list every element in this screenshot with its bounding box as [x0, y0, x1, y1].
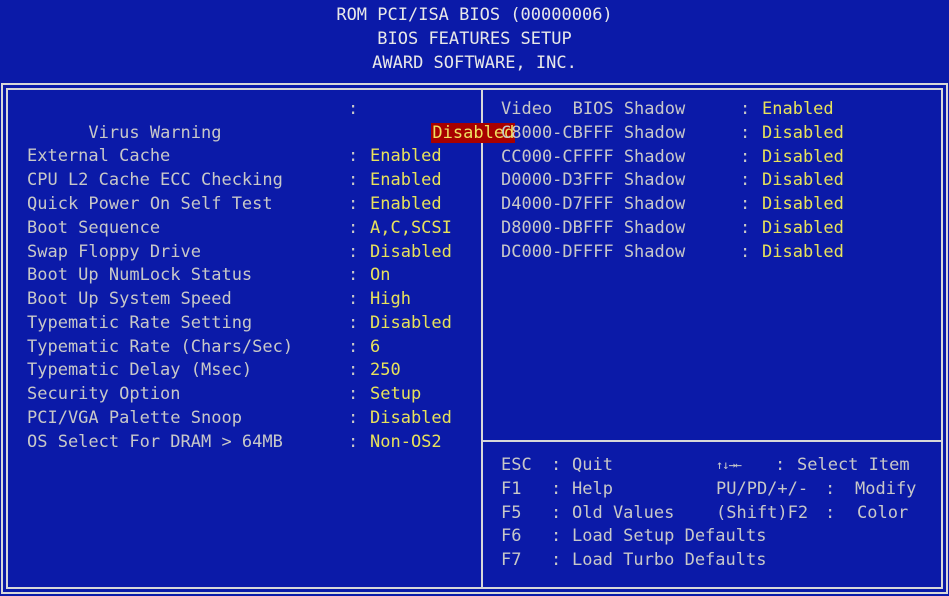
- setting-separator: :: [775, 455, 786, 475]
- help-action: Help: [572, 478, 613, 499]
- setting-separator: :: [348, 242, 359, 262]
- shadow-setting-label[interactable]: DC000-DFFFF Shadow: [501, 241, 685, 265]
- setting-separator: :: [551, 455, 562, 475]
- setting-value[interactable]: 6: [370, 336, 380, 360]
- setting-separator: :: [740, 194, 751, 215]
- setting-label[interactable]: Boot Up NumLock Status: [27, 264, 252, 288]
- setting-separator: :: [551, 526, 562, 547]
- setting-value[interactable]: Disabled: [370, 407, 452, 431]
- setting-label[interactable]: Boot Up System Speed: [27, 288, 232, 312]
- setting-separator: :: [740, 146, 751, 167]
- shadow-setting-label[interactable]: D0000-D3FFF Shadow: [501, 169, 685, 193]
- setting-value[interactable]: Disabled: [370, 241, 452, 265]
- setting-label[interactable]: OS Select For DRAM > 64MB: [27, 431, 283, 455]
- setting-separator: :: [551, 550, 562, 571]
- setting-separator: :: [825, 478, 836, 499]
- setting-separator: :: [348, 289, 359, 309]
- setting-label: Virus Warning: [88, 122, 222, 143]
- help-key: F1: [501, 478, 522, 499]
- shadow-setting-value[interactable]: Enabled: [762, 98, 834, 122]
- help-action: Color: [857, 502, 909, 523]
- setting-label[interactable]: PCI/VGA Palette Snoop: [27, 407, 242, 431]
- shadow-setting-label[interactable]: CC000-CFFFF Shadow: [501, 146, 685, 170]
- setting-value[interactable]: 250: [370, 359, 401, 383]
- setting-separator: :: [348, 99, 359, 119]
- setting-label[interactable]: Typematic Delay (Msec): [27, 359, 252, 383]
- setting-separator: :: [348, 432, 359, 452]
- setting-separator: :: [740, 170, 751, 191]
- setting-value[interactable]: A,C,SCSI: [370, 217, 452, 241]
- help-key: (Shift)F2: [716, 502, 809, 523]
- help-key: F7: [501, 550, 522, 571]
- setting-value[interactable]: Non-OS2: [370, 431, 442, 455]
- setting-separator: :: [348, 313, 359, 333]
- setting-separator: :: [551, 478, 562, 499]
- setup-page-title: BIOS FEATURES SETUP: [377, 29, 572, 49]
- shadow-setting-label[interactable]: D4000-D7FFF Shadow: [501, 193, 685, 217]
- help-action: Modify: [855, 478, 917, 499]
- setting-label[interactable]: External Cache: [27, 145, 170, 169]
- help-key: PU/PD/+/-: [716, 478, 809, 499]
- setting-value[interactable]: On: [370, 264, 390, 288]
- setting-label[interactable]: CPU L2 Cache ECC Checking: [27, 169, 283, 193]
- shadow-setting-label[interactable]: C8000-CBFFF Shadow: [501, 122, 685, 146]
- help-action: Load Setup Defaults: [572, 526, 767, 547]
- setting-separator: :: [740, 122, 751, 143]
- setting-separator: :: [551, 502, 562, 523]
- shadow-setting-label[interactable]: Video BIOS Shadow: [501, 98, 685, 122]
- help-key: F5: [501, 502, 522, 523]
- setting-separator: :: [348, 170, 359, 190]
- setting-separator: :: [348, 265, 359, 285]
- setting-separator: :: [825, 502, 836, 523]
- setting-value[interactable]: Enabled: [370, 145, 442, 169]
- shadow-setting-value[interactable]: Disabled: [762, 193, 844, 217]
- shadow-setting-value[interactable]: Disabled: [762, 122, 844, 146]
- setting-value-virus-warning[interactable]: Disabled: [370, 98, 516, 143]
- shadow-setting-value[interactable]: Disabled: [762, 241, 844, 265]
- setting-separator: :: [348, 360, 359, 380]
- setting-label[interactable]: Typematic Rate Setting: [27, 312, 252, 336]
- setting-separator: :: [348, 194, 359, 214]
- vendor-name: AWARD SOFTWARE, INC.: [372, 53, 577, 73]
- vertical-divider: [481, 88, 483, 589]
- shadow-setting-value[interactable]: Disabled: [762, 146, 844, 170]
- setting-value[interactable]: High: [370, 288, 411, 312]
- setting-separator: :: [348, 146, 359, 166]
- horizontal-divider: [481, 440, 943, 442]
- setting-value[interactable]: Disabled: [370, 312, 452, 336]
- setting-separator: :: [740, 241, 751, 262]
- help-action: Load Turbo Defaults: [572, 550, 767, 571]
- bios-screen: ROM PCI/ISA BIOS (00000006) BIOS FEATURE…: [0, 0, 949, 596]
- help-action: Old Values: [572, 502, 675, 523]
- help-key: F6: [501, 526, 522, 547]
- setting-separator: :: [348, 408, 359, 428]
- shadow-setting-label[interactable]: D8000-DBFFF Shadow: [501, 217, 685, 241]
- setting-separator: :: [348, 384, 359, 404]
- setting-row-virus-warning[interactable]: Virus Warning: [27, 98, 221, 143]
- setting-separator: :: [740, 218, 751, 238]
- bios-title: ROM PCI/ISA BIOS (00000006): [336, 5, 613, 25]
- help-key: ESC: [501, 455, 532, 475]
- setting-label[interactable]: Security Option: [27, 383, 181, 407]
- setting-separator: :: [740, 99, 751, 119]
- help-action: Select Item: [797, 455, 910, 475]
- setting-label[interactable]: Boot Sequence: [27, 217, 160, 241]
- bios-header: ROM PCI/ISA BIOS (00000006) BIOS FEATURE…: [0, 0, 949, 84]
- setting-separator: :: [348, 337, 359, 357]
- setting-value[interactable]: Setup: [370, 383, 421, 407]
- setting-label[interactable]: Typematic Rate (Chars/Sec): [27, 336, 293, 360]
- shadow-setting-value[interactable]: Disabled: [762, 169, 844, 193]
- setting-separator: :: [348, 218, 359, 238]
- help-action: Quit: [572, 455, 613, 475]
- setting-value[interactable]: Enabled: [370, 169, 442, 193]
- arrow-keys-icon: ↑↓→←: [716, 458, 742, 472]
- shadow-setting-value[interactable]: Disabled: [762, 217, 844, 241]
- setting-value[interactable]: Enabled: [370, 193, 442, 217]
- setting-label[interactable]: Swap Floppy Drive: [27, 241, 201, 265]
- setting-label[interactable]: Quick Power On Self Test: [27, 193, 273, 217]
